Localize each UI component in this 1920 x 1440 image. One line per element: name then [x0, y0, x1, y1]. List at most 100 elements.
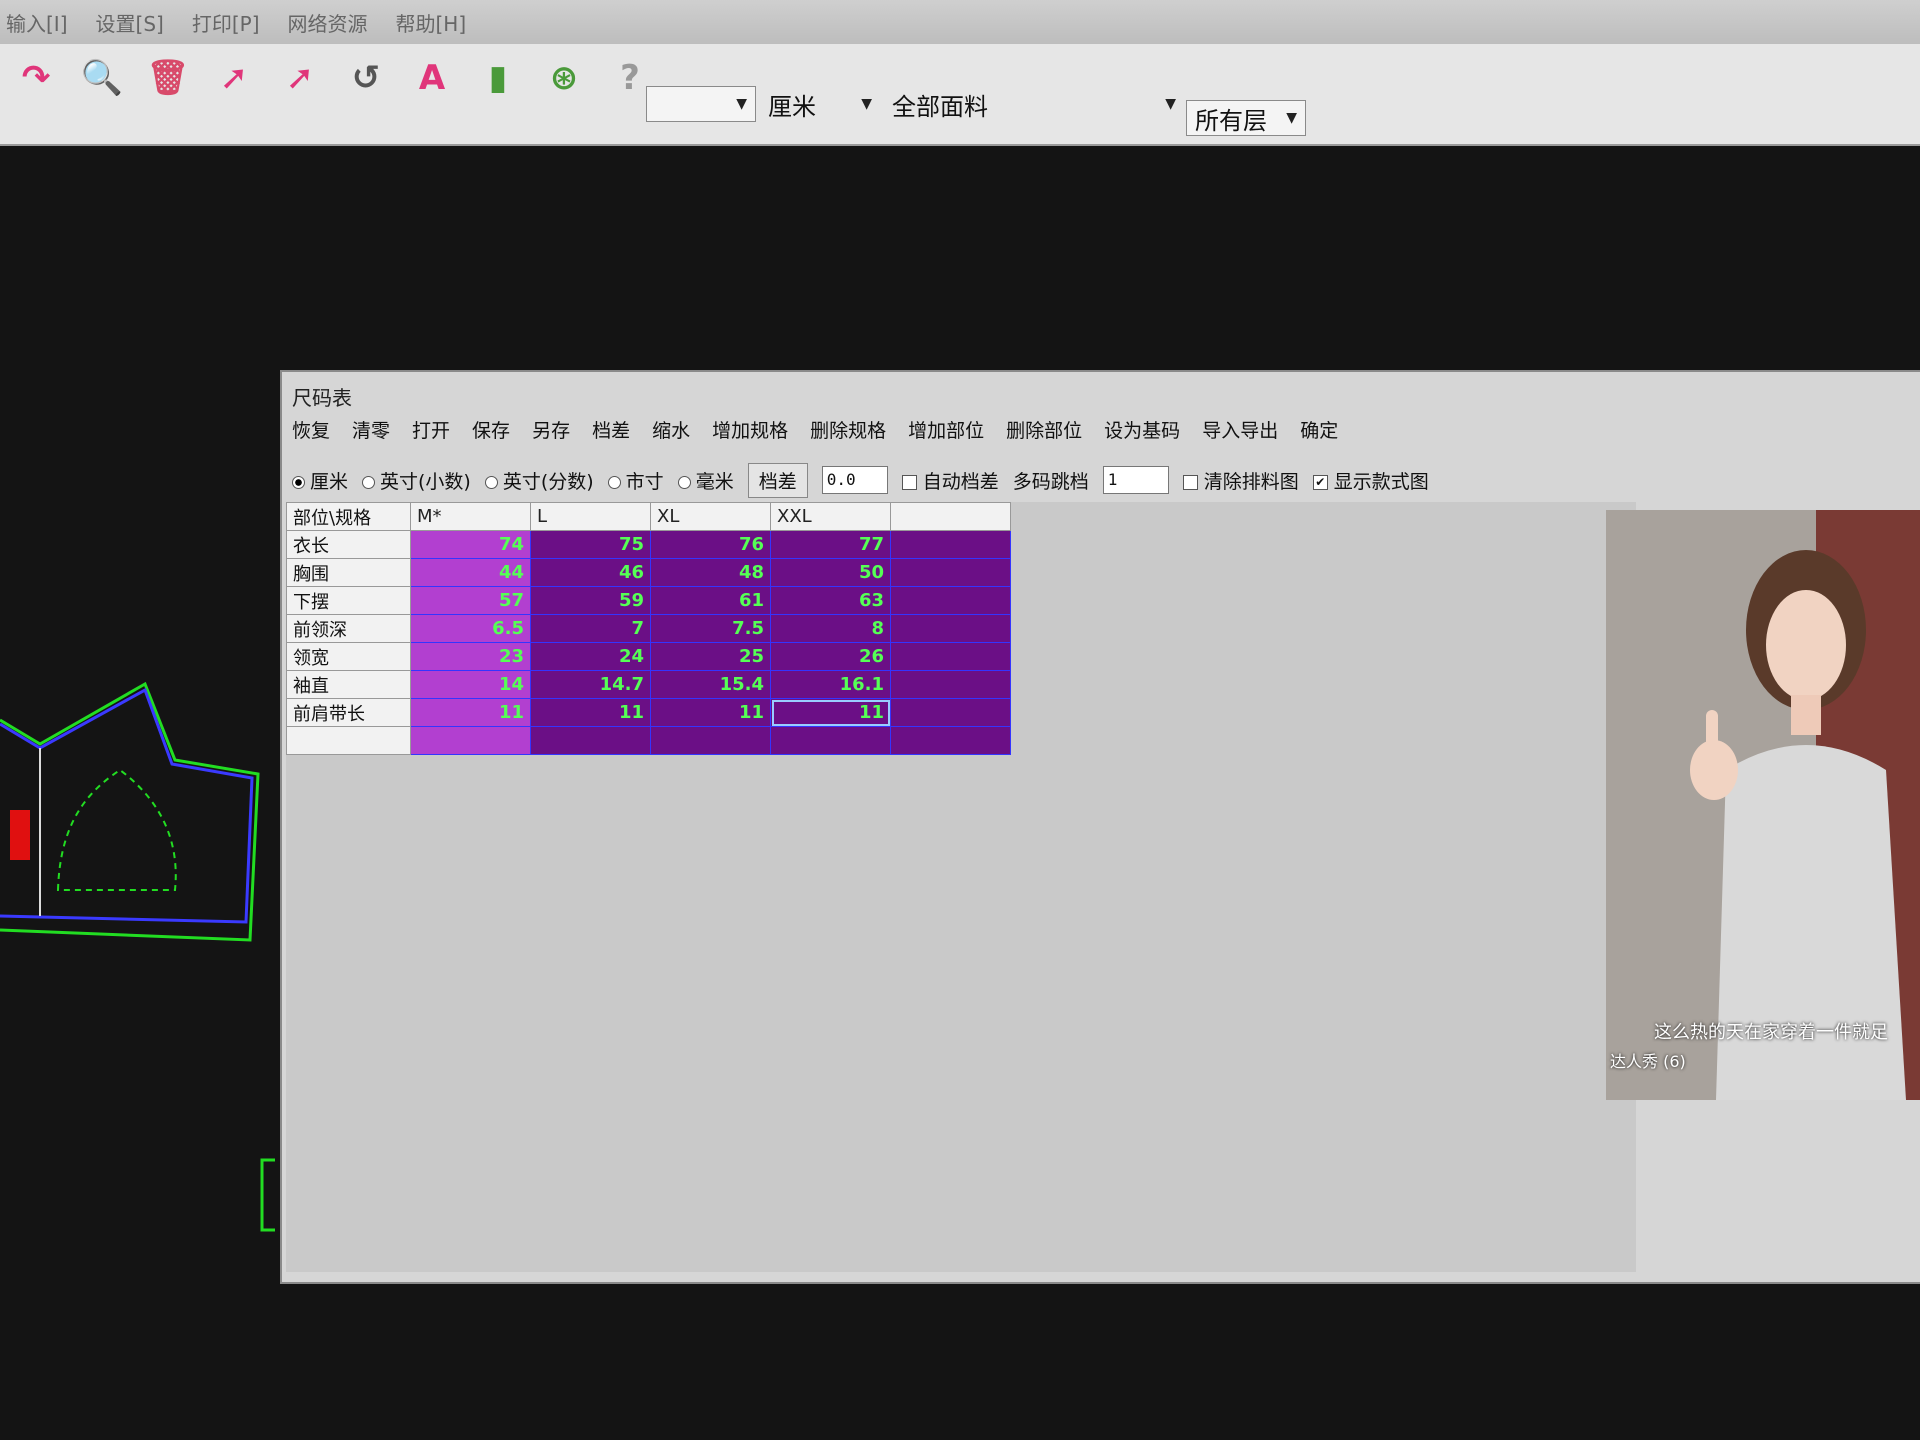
size-header-empty[interactable] — [890, 502, 1011, 531]
menu-input[interactable]: 输入[I] — [6, 8, 68, 37]
ruler-icon[interactable]: ▮ — [476, 56, 520, 100]
empty-cell[interactable] — [890, 726, 1011, 755]
part-label[interactable]: 胸围 — [286, 558, 411, 587]
empty-cell[interactable] — [890, 558, 1011, 587]
empty-cell[interactable] — [890, 586, 1011, 615]
size-header-xxl[interactable]: XXL — [770, 502, 891, 531]
part-label[interactable]: 领宽 — [286, 642, 411, 671]
restore-button[interactable]: 恢复 — [292, 416, 330, 443]
layer-select[interactable]: 所有层 ▼ — [1186, 100, 1306, 136]
unit-radio-inch-decimal[interactable]: 英寸(小数) — [362, 467, 471, 494]
rotate-icon[interactable]: ↺ — [344, 56, 388, 100]
size-header-xl[interactable]: XL — [650, 502, 771, 531]
part-label[interactable]: 前肩带长 — [286, 698, 411, 727]
cell[interactable]: 61 — [650, 586, 771, 615]
cell[interactable]: 50 — [770, 558, 891, 587]
empty-cell[interactable] — [770, 726, 891, 755]
line-width-select[interactable]: ▼ — [646, 86, 756, 122]
selected-cell[interactable]: 11 — [770, 698, 891, 727]
cell[interactable]: 63 — [770, 586, 891, 615]
part-label[interactable]: 下摆 — [286, 586, 411, 615]
menu-help[interactable]: 帮助[H] — [396, 8, 467, 37]
clear-button[interactable]: 清零 — [352, 416, 390, 443]
auto-grade-checkbox[interactable]: 自动档差 — [901, 467, 999, 494]
trash-icon[interactable]: 🗑 — [146, 56, 190, 100]
delete-size-button[interactable]: 删除规格 — [810, 416, 886, 443]
cell[interactable]: 6.5 — [410, 614, 531, 643]
cell[interactable]: 25 — [650, 642, 771, 671]
part-label[interactable]: 前领深 — [286, 614, 411, 643]
cell[interactable]: 14.7 — [530, 670, 651, 699]
cell[interactable]: 16.1 — [770, 670, 891, 699]
cell[interactable]: 46 — [530, 558, 651, 587]
cell[interactable]: 75 — [530, 530, 651, 559]
unit-select[interactable]: 厘米 ▼ — [760, 86, 880, 122]
ok-button[interactable]: 确定 — [1300, 416, 1338, 443]
part-label-empty[interactable] — [286, 726, 411, 755]
clear-marker-checkbox[interactable]: 清除排料图 — [1182, 467, 1299, 494]
cell[interactable]: 59 — [530, 586, 651, 615]
button-icon[interactable]: ⊛ — [542, 56, 586, 100]
cell[interactable]: 11 — [530, 698, 651, 727]
save-button[interactable]: 保存 — [472, 416, 510, 443]
grade-apply-button[interactable]: 档差 — [747, 462, 808, 498]
redo-icon[interactable]: ↷ — [14, 56, 58, 100]
cell[interactable]: 76 — [650, 530, 771, 559]
select-arrow-2-icon[interactable]: ➚ — [278, 56, 322, 100]
cell[interactable]: 23 — [410, 642, 531, 671]
cell[interactable]: 14 — [410, 670, 531, 699]
empty-cell[interactable] — [410, 726, 531, 755]
part-label[interactable]: 衣长 — [286, 530, 411, 559]
cell[interactable]: 44 — [410, 558, 531, 587]
radio-icon — [607, 475, 621, 489]
corner-header: 部位\规格 — [286, 502, 411, 531]
unit-radio-mm[interactable]: 毫米 — [677, 467, 734, 494]
cell[interactable]: 77 — [770, 530, 891, 559]
cell[interactable]: 15.4 — [650, 670, 771, 699]
save-as-button[interactable]: 另存 — [532, 416, 570, 443]
add-part-button[interactable]: 增加部位 — [908, 416, 984, 443]
part-label[interactable]: 袖直 — [286, 670, 411, 699]
add-size-button[interactable]: 增加规格 — [712, 416, 788, 443]
cell[interactable]: 7.5 — [650, 614, 771, 643]
shrinkage-button[interactable]: 缩水 — [652, 416, 690, 443]
empty-cell[interactable] — [890, 614, 1011, 643]
empty-cell[interactable] — [890, 698, 1011, 727]
cell[interactable]: 48 — [650, 558, 771, 587]
import-export-button[interactable]: 导入导出 — [1202, 416, 1278, 443]
menu-print[interactable]: 打印[P] — [192, 8, 260, 37]
cell[interactable]: 24 — [530, 642, 651, 671]
pattern-piece[interactable] — [0, 640, 280, 1240]
size-header-l[interactable]: L — [530, 502, 651, 531]
empty-cell[interactable] — [890, 530, 1011, 559]
delete-part-button[interactable]: 删除部位 — [1006, 416, 1082, 443]
zoom-icon[interactable]: 🔍 — [80, 56, 124, 100]
empty-cell[interactable] — [650, 726, 771, 755]
size-header-m[interactable]: M* — [410, 502, 531, 531]
show-style-checkbox[interactable]: ✔ 显示款式图 — [1312, 467, 1429, 494]
cell[interactable]: 7 — [530, 614, 651, 643]
cell[interactable]: 26 — [770, 642, 891, 671]
empty-cell[interactable] — [890, 642, 1011, 671]
cell[interactable]: 57 — [410, 586, 531, 615]
select-arrow-icon[interactable]: ➚ — [212, 56, 256, 100]
multi-jump-input[interactable]: 1 — [1102, 466, 1169, 494]
grade-input[interactable]: 0.0 — [821, 466, 888, 494]
fabric-select[interactable]: 全部面料 ▼ — [884, 86, 1184, 122]
cell[interactable]: 11 — [650, 698, 771, 727]
cell[interactable]: 11 — [410, 698, 531, 727]
unit-radio-cm[interactable]: 厘米 — [292, 467, 348, 494]
empty-cell[interactable] — [890, 670, 1011, 699]
unit-radio-inch-fraction[interactable]: 英寸(分数) — [484, 467, 594, 494]
cell[interactable]: 74 — [410, 530, 531, 559]
menu-network[interactable]: 网络资源 — [288, 8, 368, 37]
set-base-size-button[interactable]: 设为基码 — [1104, 416, 1180, 443]
video-overlay[interactable]: 这么热的天在家穿着一件就足 达人秀 (6) — [1606, 510, 1920, 1100]
cell[interactable]: 8 — [770, 614, 891, 643]
unit-radio-shicun[interactable]: 市寸 — [607, 467, 664, 494]
empty-cell[interactable] — [530, 726, 651, 755]
menu-settings[interactable]: 设置[S] — [96, 8, 164, 37]
text-icon[interactable]: A — [410, 56, 454, 100]
grade-diff-button[interactable]: 档差 — [592, 416, 630, 443]
open-button[interactable]: 打开 — [412, 416, 450, 443]
